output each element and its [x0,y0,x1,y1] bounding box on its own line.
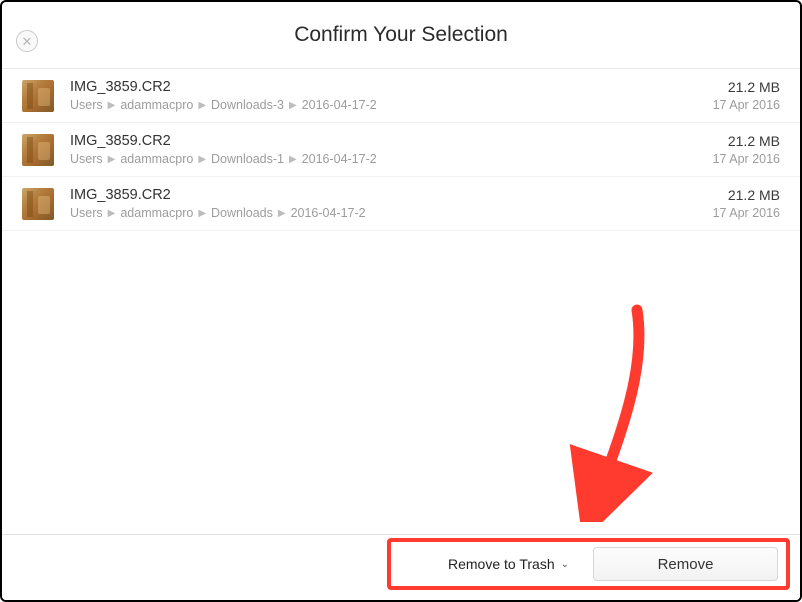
chevron-right-icon: ▶ [198,208,206,219]
dialog-title: Confirm Your Selection [294,23,508,47]
chevron-right-icon: ▶ [278,208,286,219]
annotation-arrow [567,302,687,522]
list-item[interactable]: IMG_3859.CR2 Users ▶ adammacpro ▶ Downlo… [2,123,800,177]
breadcrumb-segment: adammacpro [120,206,193,220]
breadcrumb: Users ▶ adammacpro ▶ Downloads ▶ 2016-04… [70,206,701,220]
close-icon: ✕ [22,35,33,48]
file-info: IMG_3859.CR2 Users ▶ adammacpro ▶ Downlo… [70,79,701,112]
file-thumbnail [22,80,54,112]
chevron-right-icon: ▶ [289,100,297,111]
file-meta: 21.2 MB 17 Apr 2016 [713,187,780,220]
breadcrumb-segment: 2016-04-17-2 [291,206,366,220]
breadcrumb-segment: Downloads [211,206,273,220]
breadcrumb-segment: adammacpro [120,152,193,166]
breadcrumb-segment: Downloads-1 [211,152,284,166]
breadcrumb-segment: Users [70,152,103,166]
breadcrumb-segment: Downloads-3 [211,98,284,112]
remove-button[interactable]: Remove [593,547,778,581]
file-thumbnail [22,188,54,220]
chevron-right-icon: ▶ [198,100,206,111]
file-thumbnail [22,134,54,166]
breadcrumb-segment: 2016-04-17-2 [302,98,377,112]
remove-mode-dropdown[interactable]: Remove to Trash ⌄ [448,556,569,572]
file-name: IMG_3859.CR2 [70,187,701,203]
chevron-right-icon: ▶ [198,154,206,165]
breadcrumb: Users ▶ adammacpro ▶ Downloads-1 ▶ 2016-… [70,152,701,166]
dropdown-label: Remove to Trash [448,556,555,572]
file-list: IMG_3859.CR2 Users ▶ adammacpro ▶ Downlo… [2,69,800,231]
dialog-header: ✕ Confirm Your Selection [2,2,800,68]
breadcrumb-segment: 2016-04-17-2 [302,152,377,166]
breadcrumb: Users ▶ adammacpro ▶ Downloads-3 ▶ 2016-… [70,98,701,112]
file-info: IMG_3859.CR2 Users ▶ adammacpro ▶ Downlo… [70,187,701,220]
footer-divider [2,534,800,535]
file-meta: 21.2 MB 17 Apr 2016 [713,133,780,166]
chevron-right-icon: ▶ [108,154,116,165]
close-button[interactable]: ✕ [16,30,38,52]
breadcrumb-segment: adammacpro [120,98,193,112]
chevron-down-icon: ⌄ [561,559,569,570]
annotation-highlight-box: Remove to Trash ⌄ Remove [387,538,790,590]
chevron-right-icon: ▶ [289,154,297,165]
file-date: 17 Apr 2016 [713,152,780,166]
breadcrumb-segment: Users [70,206,103,220]
file-name: IMG_3859.CR2 [70,133,701,149]
file-size: 21.2 MB [713,79,780,95]
file-name: IMG_3859.CR2 [70,79,701,95]
file-meta: 21.2 MB 17 Apr 2016 [713,79,780,112]
list-item[interactable]: IMG_3859.CR2 Users ▶ adammacpro ▶ Downlo… [2,177,800,231]
dialog-footer: Remove to Trash ⌄ Remove [2,534,800,600]
chevron-right-icon: ▶ [108,100,116,111]
chevron-right-icon: ▶ [108,208,116,219]
list-item[interactable]: IMG_3859.CR2 Users ▶ adammacpro ▶ Downlo… [2,69,800,123]
file-size: 21.2 MB [713,187,780,203]
file-date: 17 Apr 2016 [713,206,780,220]
file-date: 17 Apr 2016 [713,98,780,112]
file-info: IMG_3859.CR2 Users ▶ adammacpro ▶ Downlo… [70,133,701,166]
file-size: 21.2 MB [713,133,780,149]
breadcrumb-segment: Users [70,98,103,112]
dialog-window: ✕ Confirm Your Selection IMG_3859.CR2 Us… [0,0,802,602]
